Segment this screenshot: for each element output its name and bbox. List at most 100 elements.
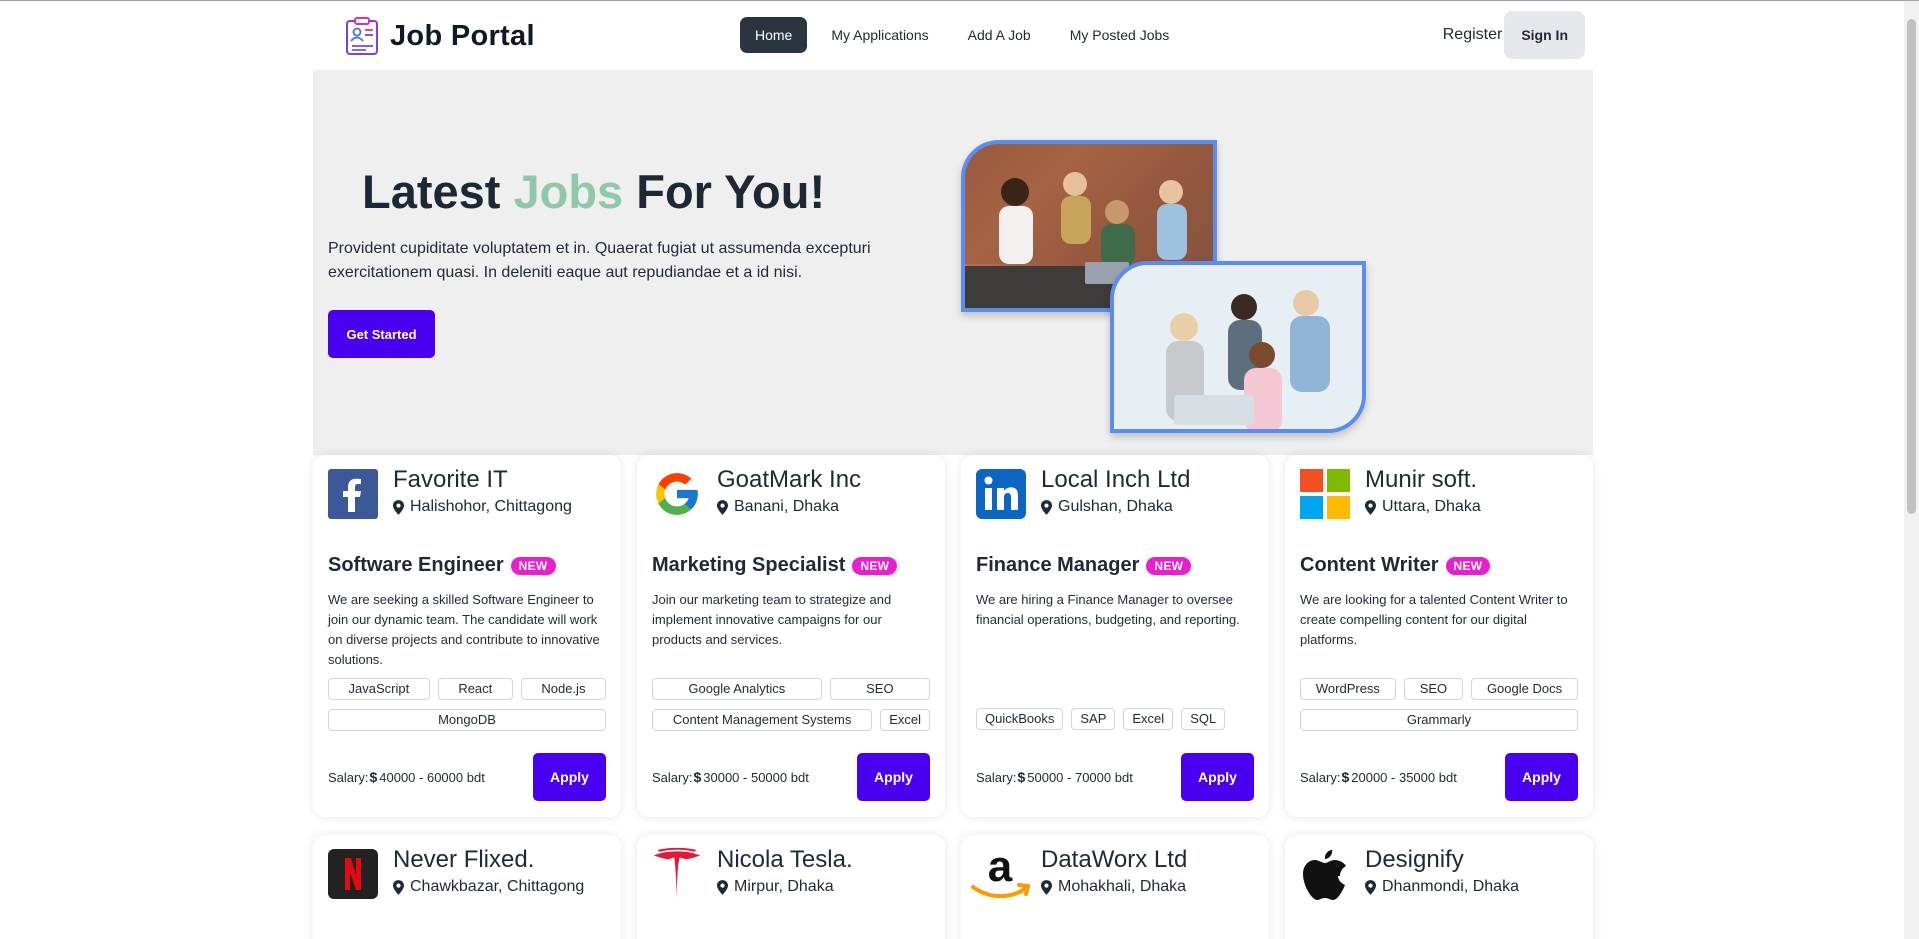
amazon-logo-icon: a <box>967 845 1033 899</box>
job-description: We are seeking a skilled Software Engine… <box>328 592 600 667</box>
nav-my-applications[interactable]: My Applications <box>816 17 943 53</box>
skill-tag: Node.js <box>520 678 606 700</box>
sign-in-button[interactable]: Sign In <box>1504 11 1585 59</box>
skill-tag: Excel <box>880 709 930 731</box>
new-badge: NEW <box>852 556 898 575</box>
skill-tag: JavaScript <box>328 678 430 700</box>
skill-tag: SEO <box>1403 678 1464 700</box>
skill-tag: Google Docs <box>1471 678 1578 700</box>
skill-tag: MongoDB <box>328 709 606 731</box>
brand-logo[interactable]: Job Portal <box>344 16 535 56</box>
new-badge: NEW <box>1445 556 1491 575</box>
company-name: Munir soft. <box>1365 466 1478 493</box>
map-pin-icon <box>717 879 728 895</box>
job-card: Designify Dhanmondi, Dhaka <box>1285 835 1593 939</box>
dollar-icon: $ <box>369 769 378 785</box>
company-name: Local Inch Ltd <box>1041 466 1191 493</box>
map-pin-icon <box>1365 879 1376 895</box>
skill-tags: WordPress SEO Google Docs Grammarly <box>1300 678 1578 731</box>
job-description: We are hiring a Finance Manager to overs… <box>976 592 1240 627</box>
company-location: Dhanmondi, Dhaka <box>1365 878 1519 896</box>
hero-description: Provident cupiditate voluptatem et in. Q… <box>328 240 871 281</box>
job-card: Munir soft. Uttara, Dhaka Content Writer… <box>1285 455 1593 817</box>
apply-button[interactable]: Apply <box>533 753 606 801</box>
map-pin-icon <box>1365 499 1376 515</box>
nav-home[interactable]: Home <box>740 17 808 53</box>
nav-my-posted-jobs[interactable]: My Posted Jobs <box>1055 17 1185 53</box>
svg-text:a: a <box>988 845 1013 891</box>
job-title[interactable]: Finance Manager NEW <box>976 554 1192 577</box>
salary: Salary: $20000 - 35000 bdt <box>1300 769 1457 785</box>
new-badge: NEW <box>510 556 556 575</box>
salary: Salary: $30000 - 50000 bdt <box>652 769 809 785</box>
company-location: Halishohor, Chittagong <box>393 498 572 516</box>
skill-tag: Content Management Systems <box>652 709 873 731</box>
job-card: GoatMark Inc Banani, Dhaka Marketing Spe… <box>637 455 945 817</box>
skill-tag: Excel <box>1123 708 1174 730</box>
skill-tag: React <box>437 678 513 700</box>
scrollbar-thumb[interactable] <box>1907 19 1916 514</box>
brand-name: Job Portal <box>390 19 535 52</box>
register-link[interactable]: Register <box>1441 26 1505 44</box>
apple-logo-icon <box>1300 849 1350 900</box>
job-title[interactable]: Content Writer NEW <box>1300 554 1491 577</box>
job-description: We are looking for a talented Content Wr… <box>1300 592 1568 647</box>
skill-tag: SQL <box>1181 708 1226 730</box>
company-name: Nicola Tesla. <box>717 846 853 873</box>
navbar: Job Portal Home My Applications Add A Jo… <box>313 1 1593 69</box>
skill-tag: Grammarly <box>1300 709 1578 731</box>
dollar-icon: $ <box>1341 769 1350 785</box>
skill-tag: Google Analytics <box>652 678 822 700</box>
skill-tags: QuickBooks SAP Excel SQL <box>976 708 1254 730</box>
skill-tag: QuickBooks <box>976 708 1064 730</box>
skill-tags: JavaScript React Node.js MongoDB <box>328 678 606 731</box>
salary: Salary: $50000 - 70000 bdt <box>976 769 1133 785</box>
map-pin-icon <box>393 499 404 515</box>
skill-tag: WordPress <box>1300 678 1396 700</box>
job-title[interactable]: Software Engineer NEW <box>328 554 556 577</box>
apply-button[interactable]: Apply <box>857 753 930 801</box>
company-location: Mirpur, Dhaka <box>717 878 834 896</box>
dollar-icon: $ <box>693 769 702 785</box>
job-card: Local Inch Ltd Gulshan, Dhaka Finance Ma… <box>961 455 1269 817</box>
apply-button[interactable]: Apply <box>1505 753 1578 801</box>
tesla-logo-icon <box>652 847 702 899</box>
company-location: Gulshan, Dhaka <box>1041 498 1173 516</box>
google-logo-icon <box>652 469 702 519</box>
main-nav: Home My Applications Add A Job My Posted… <box>740 17 1184 53</box>
skill-tag: SEO <box>829 678 930 700</box>
company-location: Uttara, Dhaka <box>1365 498 1481 516</box>
new-badge: NEW <box>1146 556 1192 575</box>
map-pin-icon <box>1041 879 1052 895</box>
map-pin-icon <box>393 879 404 895</box>
hero-banner: Latest Jobs For You! Provident cupiditat… <box>313 70 1593 455</box>
company-name: Never Flixed. <box>393 846 535 873</box>
job-card: Favorite IT Halishohor, Chittagong Softw… <box>313 455 621 817</box>
microsoft-logo-icon <box>1300 469 1350 519</box>
get-started-button[interactable]: Get Started <box>328 310 435 358</box>
job-description: Join our marketing team to strategize an… <box>652 592 892 647</box>
apply-button[interactable]: Apply <box>1181 753 1254 801</box>
nav-add-a-job[interactable]: Add A Job <box>953 17 1046 53</box>
hero-image-team-laptop <box>1110 261 1366 433</box>
facebook-logo-icon <box>328 469 378 519</box>
job-card: Nicola Tesla. Mirpur, Dhaka <box>637 835 945 939</box>
netflix-logo-icon <box>328 849 378 899</box>
map-pin-icon <box>717 499 728 515</box>
skill-tag: SAP <box>1071 708 1116 730</box>
company-name: DataWorx Ltd <box>1041 846 1188 873</box>
clipboard-id-icon <box>346 17 378 55</box>
job-card: a DataWorx Ltd Mohakhali, Dhaka <box>961 835 1269 939</box>
job-card: Never Flixed. Chawkbazar, Chittagong <box>313 835 621 939</box>
job-title[interactable]: Marketing Specialist NEW <box>652 554 898 577</box>
company-location: Banani, Dhaka <box>717 498 839 516</box>
auth-actions: Register Sign In <box>1441 11 1585 59</box>
page-scrollbar[interactable] <box>1904 1 1919 939</box>
skill-tags: Google Analytics SEO Content Management … <box>652 678 930 731</box>
salary: Salary: $40000 - 60000 bdt <box>328 769 485 785</box>
linkedin-logo-icon <box>976 469 1026 519</box>
map-pin-icon <box>1041 499 1052 515</box>
dollar-icon: $ <box>1017 769 1026 785</box>
page-container: Job Portal Home My Applications Add A Jo… <box>313 1 1593 939</box>
hero-title: Latest Jobs For You! <box>362 165 826 218</box>
